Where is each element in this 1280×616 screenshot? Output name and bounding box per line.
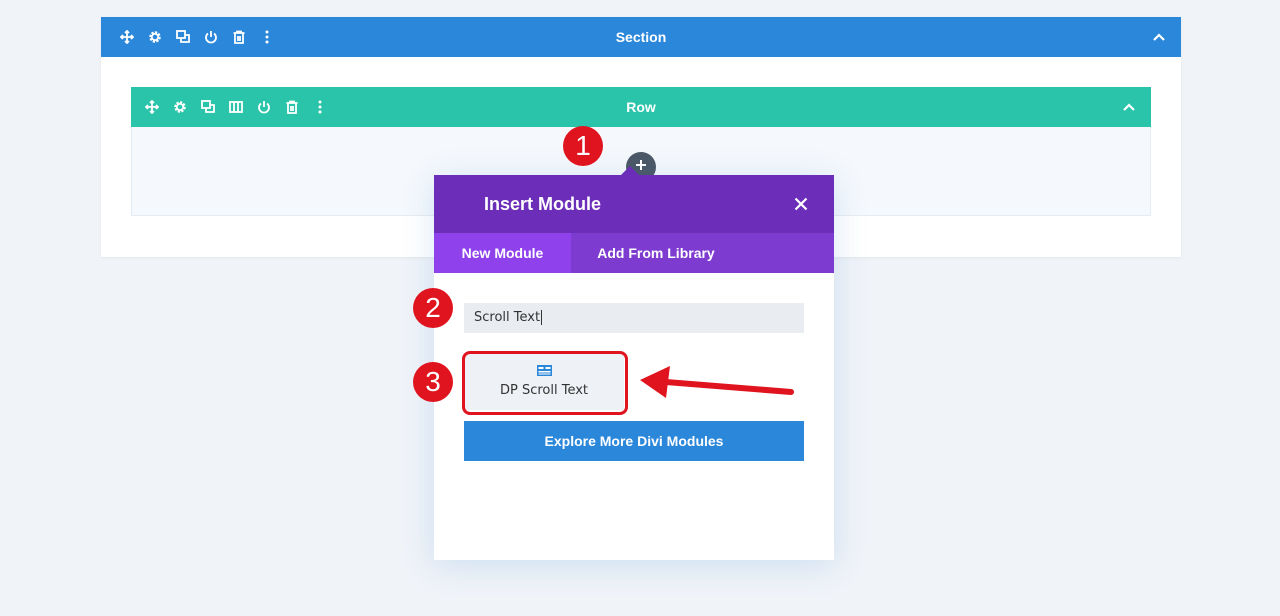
chevron-up-icon[interactable] [1117,87,1141,127]
step-3-badge: 3 [413,362,453,402]
text-cursor [541,310,543,325]
modal-header: Insert Module [434,175,834,233]
explore-more-modules-button[interactable]: Explore More Divi Modules [464,421,804,461]
modal-title: Insert Module [484,194,602,214]
tab-add-from-library[interactable]: Add From Library [571,233,741,273]
annotation-arrow-icon [636,360,796,409]
module-search-input[interactable]: Scroll Text [464,303,804,333]
trash-icon[interactable] [278,87,306,127]
module-label: DP Scroll Text [499,383,589,398]
section-toolbar-icons [113,17,281,57]
more-icon[interactable] [253,17,281,57]
dp-scroll-text-module[interactable]: DP Scroll Text [464,353,624,410]
gear-icon[interactable] [166,87,194,127]
row-toolbar: Row [131,87,1151,127]
power-icon[interactable] [197,17,225,57]
columns-icon[interactable] [222,87,250,127]
chevron-up-icon[interactable] [1147,17,1171,57]
more-icon[interactable] [306,87,334,127]
trash-icon[interactable] [225,17,253,57]
section-toolbar: Section [101,17,1181,57]
power-icon[interactable] [250,87,278,127]
duplicate-icon[interactable] [169,17,197,57]
row-toolbar-icons [138,87,334,127]
step-1-badge: 1 [563,126,603,166]
modal-caret [620,166,640,176]
move-icon[interactable] [138,87,166,127]
scroll-text-module-icon [537,363,552,381]
move-icon[interactable] [113,17,141,57]
step-2-badge: 2 [413,288,453,328]
gear-icon[interactable] [141,17,169,57]
tab-new-module[interactable]: New Module [434,233,571,273]
duplicate-icon[interactable] [194,87,222,127]
close-icon[interactable] [790,193,812,215]
search-input-value: Scroll Text [474,310,541,325]
modal-tabs: New Module Add From Library [434,233,834,273]
